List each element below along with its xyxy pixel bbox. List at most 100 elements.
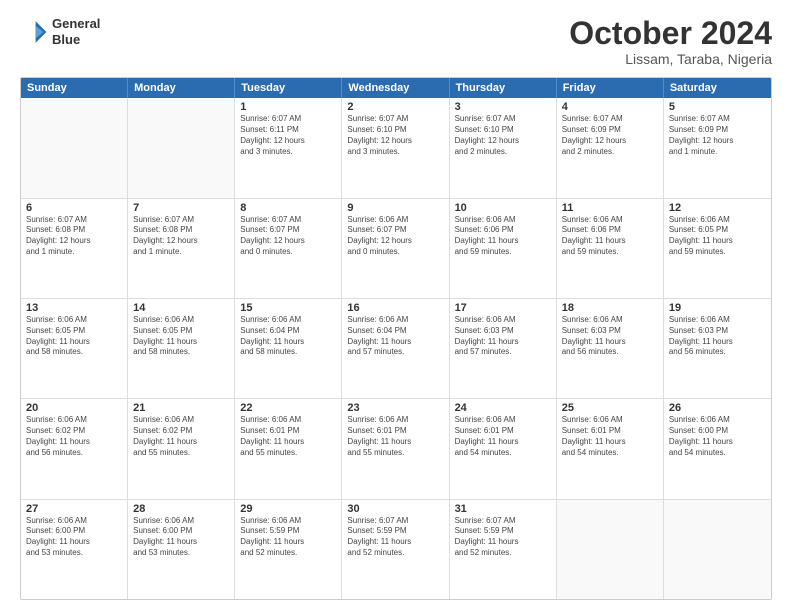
calendar-cell: 8Sunrise: 6:07 AM Sunset: 6:07 PM Daylig… <box>235 199 342 298</box>
calendar-cell <box>664 500 771 599</box>
day-number: 31 <box>455 503 551 515</box>
calendar-cell: 5Sunrise: 6:07 AM Sunset: 6:09 PM Daylig… <box>664 98 771 197</box>
calendar-header: SundayMondayTuesdayWednesdayThursdayFrid… <box>21 78 771 98</box>
day-number: 27 <box>26 503 122 515</box>
calendar-cell: 26Sunrise: 6:06 AM Sunset: 6:00 PM Dayli… <box>664 399 771 498</box>
cell-info: Sunrise: 6:06 AM Sunset: 6:04 PM Dayligh… <box>347 315 443 358</box>
calendar-cell: 17Sunrise: 6:06 AM Sunset: 6:03 PM Dayli… <box>450 299 557 398</box>
day-number: 29 <box>240 503 336 515</box>
weekday-header: Friday <box>557 78 664 98</box>
calendar-cell: 9Sunrise: 6:06 AM Sunset: 6:07 PM Daylig… <box>342 199 449 298</box>
cell-info: Sunrise: 6:06 AM Sunset: 6:04 PM Dayligh… <box>240 315 336 358</box>
calendar-cell: 18Sunrise: 6:06 AM Sunset: 6:03 PM Dayli… <box>557 299 664 398</box>
day-number: 26 <box>669 402 766 414</box>
calendar-cell: 2Sunrise: 6:07 AM Sunset: 6:10 PM Daylig… <box>342 98 449 197</box>
calendar-cell <box>21 98 128 197</box>
calendar-cell: 31Sunrise: 6:07 AM Sunset: 5:59 PM Dayli… <box>450 500 557 599</box>
day-number: 15 <box>240 302 336 314</box>
day-number: 4 <box>562 101 658 113</box>
calendar: SundayMondayTuesdayWednesdayThursdayFrid… <box>20 77 772 600</box>
month-title: October 2024 <box>569 16 772 51</box>
cell-info: Sunrise: 6:06 AM Sunset: 6:01 PM Dayligh… <box>347 415 443 458</box>
cell-info: Sunrise: 6:06 AM Sunset: 6:00 PM Dayligh… <box>669 415 766 458</box>
day-number: 17 <box>455 302 551 314</box>
cell-info: Sunrise: 6:06 AM Sunset: 6:03 PM Dayligh… <box>669 315 766 358</box>
day-number: 7 <box>133 202 229 214</box>
calendar-cell: 25Sunrise: 6:06 AM Sunset: 6:01 PM Dayli… <box>557 399 664 498</box>
cell-info: Sunrise: 6:06 AM Sunset: 6:06 PM Dayligh… <box>562 215 658 258</box>
calendar-body: 1Sunrise: 6:07 AM Sunset: 6:11 PM Daylig… <box>21 98 771 599</box>
day-number: 13 <box>26 302 122 314</box>
day-number: 18 <box>562 302 658 314</box>
calendar-cell: 6Sunrise: 6:07 AM Sunset: 6:08 PM Daylig… <box>21 199 128 298</box>
calendar-row: 6Sunrise: 6:07 AM Sunset: 6:08 PM Daylig… <box>21 199 771 299</box>
day-number: 25 <box>562 402 658 414</box>
weekday-header: Wednesday <box>342 78 449 98</box>
day-number: 21 <box>133 402 229 414</box>
day-number: 1 <box>240 101 336 113</box>
calendar-row: 20Sunrise: 6:06 AM Sunset: 6:02 PM Dayli… <box>21 399 771 499</box>
day-number: 30 <box>347 503 443 515</box>
day-number: 28 <box>133 503 229 515</box>
calendar-cell: 21Sunrise: 6:06 AM Sunset: 6:02 PM Dayli… <box>128 399 235 498</box>
cell-info: Sunrise: 6:06 AM Sunset: 6:05 PM Dayligh… <box>669 215 766 258</box>
day-number: 2 <box>347 101 443 113</box>
cell-info: Sunrise: 6:06 AM Sunset: 6:03 PM Dayligh… <box>455 315 551 358</box>
calendar-cell: 29Sunrise: 6:06 AM Sunset: 5:59 PM Dayli… <box>235 500 342 599</box>
calendar-cell: 13Sunrise: 6:06 AM Sunset: 6:05 PM Dayli… <box>21 299 128 398</box>
calendar-cell: 19Sunrise: 6:06 AM Sunset: 6:03 PM Dayli… <box>664 299 771 398</box>
day-number: 11 <box>562 202 658 214</box>
page-header: General Blue October 2024 Lissam, Taraba… <box>20 16 772 67</box>
cell-info: Sunrise: 6:06 AM Sunset: 6:03 PM Dayligh… <box>562 315 658 358</box>
cell-info: Sunrise: 6:06 AM Sunset: 6:05 PM Dayligh… <box>26 315 122 358</box>
cell-info: Sunrise: 6:06 AM Sunset: 6:07 PM Dayligh… <box>347 215 443 258</box>
day-number: 19 <box>669 302 766 314</box>
cell-info: Sunrise: 6:07 AM Sunset: 6:07 PM Dayligh… <box>240 215 336 258</box>
cell-info: Sunrise: 6:06 AM Sunset: 6:01 PM Dayligh… <box>562 415 658 458</box>
calendar-row: 27Sunrise: 6:06 AM Sunset: 6:00 PM Dayli… <box>21 500 771 599</box>
calendar-cell: 12Sunrise: 6:06 AM Sunset: 6:05 PM Dayli… <box>664 199 771 298</box>
cell-info: Sunrise: 6:07 AM Sunset: 5:59 PM Dayligh… <box>455 516 551 559</box>
cell-info: Sunrise: 6:07 AM Sunset: 6:08 PM Dayligh… <box>26 215 122 258</box>
logo-icon <box>20 18 48 46</box>
cell-info: Sunrise: 6:07 AM Sunset: 6:09 PM Dayligh… <box>669 114 766 157</box>
day-number: 6 <box>26 202 122 214</box>
day-number: 3 <box>455 101 551 113</box>
day-number: 20 <box>26 402 122 414</box>
cell-info: Sunrise: 6:06 AM Sunset: 5:59 PM Dayligh… <box>240 516 336 559</box>
calendar-cell: 7Sunrise: 6:07 AM Sunset: 6:08 PM Daylig… <box>128 199 235 298</box>
calendar-cell: 27Sunrise: 6:06 AM Sunset: 6:00 PM Dayli… <box>21 500 128 599</box>
cell-info: Sunrise: 6:07 AM Sunset: 6:09 PM Dayligh… <box>562 114 658 157</box>
calendar-cell: 15Sunrise: 6:06 AM Sunset: 6:04 PM Dayli… <box>235 299 342 398</box>
cell-info: Sunrise: 6:06 AM Sunset: 6:00 PM Dayligh… <box>26 516 122 559</box>
cell-info: Sunrise: 6:07 AM Sunset: 5:59 PM Dayligh… <box>347 516 443 559</box>
cell-info: Sunrise: 6:06 AM Sunset: 6:02 PM Dayligh… <box>133 415 229 458</box>
cell-info: Sunrise: 6:07 AM Sunset: 6:08 PM Dayligh… <box>133 215 229 258</box>
location-subtitle: Lissam, Taraba, Nigeria <box>569 51 772 67</box>
calendar-cell: 28Sunrise: 6:06 AM Sunset: 6:00 PM Dayli… <box>128 500 235 599</box>
day-number: 12 <box>669 202 766 214</box>
calendar-cell: 30Sunrise: 6:07 AM Sunset: 5:59 PM Dayli… <box>342 500 449 599</box>
day-number: 9 <box>347 202 443 214</box>
calendar-cell: 3Sunrise: 6:07 AM Sunset: 6:10 PM Daylig… <box>450 98 557 197</box>
weekday-header: Thursday <box>450 78 557 98</box>
cell-info: Sunrise: 6:06 AM Sunset: 6:02 PM Dayligh… <box>26 415 122 458</box>
title-block: October 2024 Lissam, Taraba, Nigeria <box>569 16 772 67</box>
page: General Blue October 2024 Lissam, Taraba… <box>0 0 792 612</box>
cell-info: Sunrise: 6:06 AM Sunset: 6:06 PM Dayligh… <box>455 215 551 258</box>
day-number: 14 <box>133 302 229 314</box>
calendar-cell: 10Sunrise: 6:06 AM Sunset: 6:06 PM Dayli… <box>450 199 557 298</box>
weekday-header: Tuesday <box>235 78 342 98</box>
day-number: 16 <box>347 302 443 314</box>
cell-info: Sunrise: 6:07 AM Sunset: 6:10 PM Dayligh… <box>347 114 443 157</box>
day-number: 10 <box>455 202 551 214</box>
day-number: 5 <box>669 101 766 113</box>
day-number: 24 <box>455 402 551 414</box>
day-number: 22 <box>240 402 336 414</box>
calendar-cell: 24Sunrise: 6:06 AM Sunset: 6:01 PM Dayli… <box>450 399 557 498</box>
calendar-row: 13Sunrise: 6:06 AM Sunset: 6:05 PM Dayli… <box>21 299 771 399</box>
calendar-cell: 16Sunrise: 6:06 AM Sunset: 6:04 PM Dayli… <box>342 299 449 398</box>
weekday-header: Sunday <box>21 78 128 98</box>
logo: General Blue <box>20 16 100 47</box>
weekday-header: Saturday <box>664 78 771 98</box>
